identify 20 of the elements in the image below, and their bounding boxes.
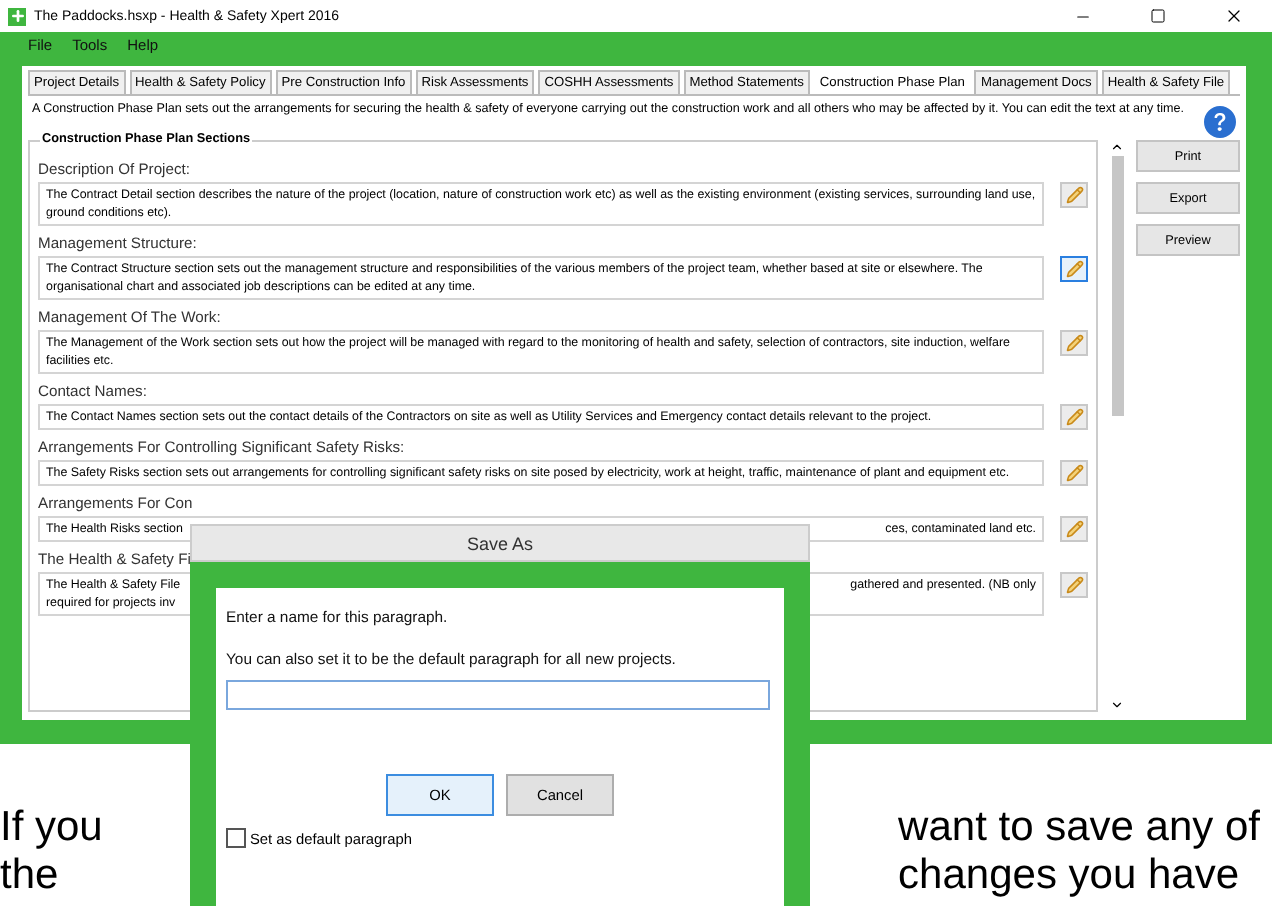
edit-button[interactable] (1060, 572, 1088, 598)
dialog-title: Save As (190, 524, 810, 562)
scroll-down-icon[interactable] (1110, 698, 1124, 712)
page-text: the (0, 852, 59, 900)
page-text: changes you have (898, 852, 1240, 900)
page-text: want to save any of (898, 804, 1260, 852)
name-input-field[interactable] (226, 680, 770, 710)
page-text: If you (0, 804, 103, 852)
edit-button[interactable] (1060, 404, 1088, 430)
help-icon[interactable] (1204, 106, 1236, 138)
edit-button[interactable] (1060, 516, 1088, 542)
edit-button[interactable] (1060, 256, 1088, 282)
edit-button[interactable] (1060, 330, 1088, 356)
scrollbar-thumb[interactable] (1111, 156, 1123, 416)
scroll-up-icon[interactable] (1110, 140, 1124, 154)
edit-button[interactable] (1060, 182, 1088, 208)
close-icon[interactable] (1224, 6, 1244, 26)
app-icon (8, 7, 26, 25)
maximize-icon[interactable] (1150, 8, 1166, 24)
edit-button[interactable] (1060, 460, 1088, 486)
